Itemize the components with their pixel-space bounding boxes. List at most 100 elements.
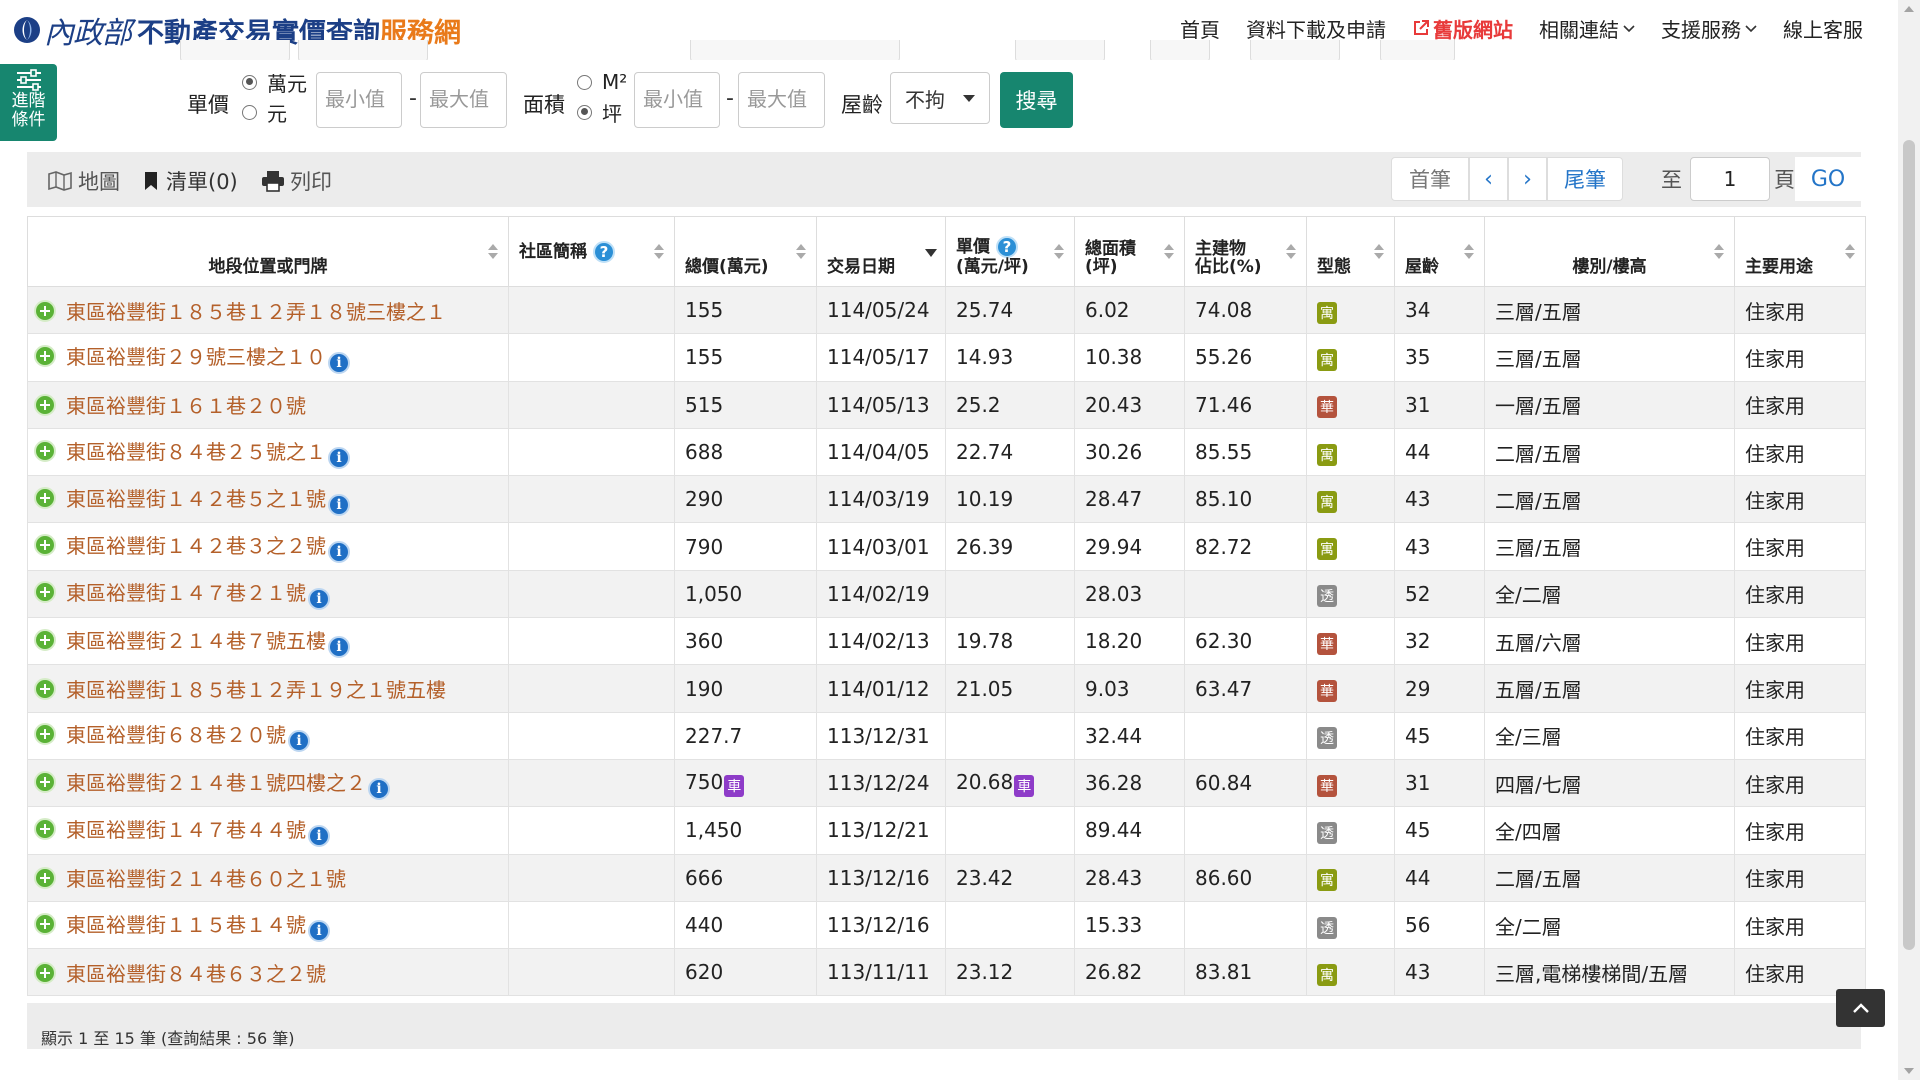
- unit-price-min-input[interactable]: 最小值: [316, 72, 402, 128]
- scroll-up-arrow[interactable]: [1904, 6, 1914, 12]
- address-link[interactable]: 東區裕豐街２１４巷７號五樓: [66, 629, 326, 653]
- table-row[interactable]: 東區裕豐街１１５巷１４號 i 440 113/12/16 15.33 透 56 全/二層 住家用: [27, 900, 1866, 950]
- table-row[interactable]: 東區裕豐街２１４巷１號四樓之２ i 750 車 113/12/24 20.68 車 36.28…: [27, 758, 1866, 808]
- col-date[interactable]: 交易日期: [816, 216, 946, 287]
- table-row[interactable]: 東區裕豐街１４７巷４４號 i 1,450 113/12/21 89.44 透 45 全/四層住…: [27, 806, 1866, 855]
- expand-plus-icon[interactable]: [34, 581, 56, 604]
- radio-unit-wan[interactable]: 萬元: [242, 67, 307, 97]
- address-link[interactable]: 東區裕豐街６８巷２０號: [66, 723, 286, 747]
- cell-address[interactable]: 東區裕豐街８４巷６３之２號: [27, 948, 509, 997]
- first-page-button[interactable]: 首筆: [1391, 157, 1469, 201]
- cell-address[interactable]: 東區裕豐街１６１巷２０號: [27, 380, 509, 429]
- address-link[interactable]: 東區裕豐街８４巷２５號之１: [66, 440, 326, 464]
- radio-area-ping[interactable]: 坪: [577, 97, 627, 127]
- unit-price-max-input[interactable]: 最大值: [420, 72, 507, 128]
- cell-address[interactable]: 東區裕豐街２９號三樓之１０ i: [27, 333, 509, 382]
- advanced-conditions-button[interactable]: 進階條件: [0, 64, 57, 141]
- expand-plus-icon[interactable]: [34, 770, 56, 793]
- expand-plus-icon[interactable]: [34, 628, 56, 651]
- help-icon[interactable]: ?: [996, 236, 1018, 258]
- scroll-down-arrow[interactable]: [1904, 1068, 1914, 1074]
- expand-plus-icon[interactable]: [34, 439, 56, 462]
- address-link[interactable]: 東區裕豐街１４２巷３之２號: [66, 534, 326, 558]
- cell-address[interactable]: 東區裕豐街１８５巷１２弄１８號三樓之１: [27, 285, 509, 335]
- address-link[interactable]: 東區裕豐街２９號三樓之１０: [66, 345, 326, 369]
- col-address[interactable]: 地段位置或門牌: [27, 216, 509, 287]
- table-row[interactable]: 東區裕豐街１４２巷３之２號 i 790 114/03/01 26.39 29.94 82.7…: [27, 522, 1866, 571]
- table-row[interactable]: 東區裕豐街６８巷２０號 i 227.7 113/12/31 32.44 透 45 全/三層 住家…: [27, 711, 1866, 760]
- info-icon[interactable]: i: [328, 446, 350, 469]
- info-icon[interactable]: i: [288, 730, 310, 753]
- col-age[interactable]: 屋齡: [1394, 216, 1485, 287]
- info-icon[interactable]: i: [308, 824, 330, 847]
- col-total-price[interactable]: 總價(萬元): [674, 216, 817, 287]
- expand-plus-icon[interactable]: [34, 867, 56, 890]
- cell-address[interactable]: 東區裕豐街１１５巷１４號 i: [27, 900, 509, 950]
- cell-address[interactable]: 東區裕豐街２１４巷６０之１號: [27, 853, 509, 902]
- house-age-select[interactable]: 不拘: [890, 72, 990, 124]
- address-link[interactable]: 東區裕豐街１４７巷２１號: [66, 581, 306, 605]
- cell-address[interactable]: 東區裕豐街１４２巷３之２號 i: [27, 522, 509, 571]
- table-row[interactable]: 東區裕豐街１４７巷２１號 i 1,050 114/02/19 28.03 透 52 全/二層住…: [27, 569, 1866, 619]
- table-row[interactable]: 東區裕豐街１６１巷２０號 515 114/05/13 25.2 20.43 71.46 華 3…: [27, 380, 1866, 429]
- table-row[interactable]: 東區裕豐街１８５巷１２弄１８號三樓之１ 155 114/05/24 25.74 6.02…: [27, 285, 1866, 335]
- address-link[interactable]: 東區裕豐街１１５巷１４號: [66, 913, 306, 937]
- expand-plus-icon[interactable]: [34, 912, 56, 935]
- map-view-button[interactable]: 地圖: [47, 166, 120, 196]
- expand-plus-icon[interactable]: [34, 817, 56, 840]
- radio-button[interactable]: [242, 104, 257, 120]
- expand-plus-icon[interactable]: [34, 723, 56, 746]
- info-icon[interactable]: i: [368, 777, 390, 800]
- table-row[interactable]: 東區裕豐街８４巷２５號之１ i 688 114/04/05 22.74 30.26 85.5…: [27, 427, 1866, 477]
- expand-plus-icon[interactable]: [34, 534, 56, 557]
- radio-button[interactable]: [577, 74, 592, 90]
- address-link[interactable]: 東區裕豐街８４巷６３之２號: [66, 962, 326, 986]
- radio-button[interactable]: [242, 74, 257, 90]
- prev-page-button[interactable]: ‹: [1469, 157, 1508, 201]
- last-page-button[interactable]: 尾筆: [1547, 157, 1623, 201]
- table-row[interactable]: 東區裕豐街８４巷６３之２號 620 113/11/11 23.12 26.82 83.81…: [27, 948, 1866, 997]
- expand-plus-icon[interactable]: [34, 344, 56, 367]
- search-button[interactable]: 搜尋: [1000, 72, 1073, 128]
- address-link[interactable]: 東區裕豐街１４７巷４４號: [66, 818, 306, 842]
- cell-address[interactable]: 東區裕豐街１４２巷５之１號 i: [27, 475, 509, 524]
- saved-list-button[interactable]: 清單(0): [143, 166, 238, 196]
- info-icon[interactable]: i: [328, 541, 350, 564]
- cell-address[interactable]: 東區裕豐街１４７巷４４號 i: [27, 806, 509, 855]
- info-icon[interactable]: i: [328, 635, 350, 658]
- col-use[interactable]: 主要用途: [1734, 216, 1866, 287]
- back-to-top-button[interactable]: [1836, 989, 1885, 1027]
- page-number-input[interactable]: 1: [1690, 157, 1770, 201]
- cell-address[interactable]: 東區裕豐街８４巷２５號之１ i: [27, 427, 509, 477]
- address-link[interactable]: 東區裕豐街１８５巷１２弄１９之１號五樓: [66, 678, 446, 702]
- expand-plus-icon[interactable]: [34, 678, 56, 701]
- scrollbar-thumb[interactable]: [1903, 140, 1915, 950]
- next-page-button[interactable]: ›: [1508, 157, 1547, 201]
- radio-button[interactable]: [577, 104, 592, 120]
- col-unit-price[interactable]: 單價? (萬元/坪): [945, 216, 1075, 287]
- go-button[interactable]: GO: [1795, 157, 1861, 201]
- area-min-input[interactable]: 最小值: [634, 72, 720, 128]
- radio-area-m2[interactable]: M²: [577, 67, 627, 97]
- address-link[interactable]: 東區裕豐街１６１巷２０號: [66, 394, 306, 418]
- address-link[interactable]: 東區裕豐街１４２巷５之１號: [66, 487, 326, 511]
- info-icon[interactable]: i: [308, 588, 330, 611]
- address-link[interactable]: 東區裕豐街１８５巷１２弄１８號三樓之１: [66, 300, 446, 324]
- col-area[interactable]: 總面積 (坪): [1074, 216, 1185, 287]
- info-icon[interactable]: i: [328, 351, 350, 374]
- table-row[interactable]: 東區裕豐街１４２巷５之１號 i 290 114/03/19 10.19 28.47 85.1…: [27, 475, 1866, 524]
- vertical-scrollbar[interactable]: [1898, 0, 1920, 1080]
- cell-address[interactable]: 東區裕豐街２１４巷１號四樓之２ i: [27, 758, 509, 808]
- col-community[interactable]: 社區簡稱?: [508, 216, 675, 287]
- address-link[interactable]: 東區裕豐街２１４巷１號四樓之２: [66, 771, 366, 795]
- table-row[interactable]: 東區裕豐街１８５巷１２弄１９之１號五樓 190 114/01/12 21.05 9.03…: [27, 664, 1866, 713]
- radio-unit-yuan[interactable]: 元: [242, 97, 307, 127]
- cell-address[interactable]: 東區裕豐街２１４巷７號五樓 i: [27, 617, 509, 666]
- expand-plus-icon[interactable]: [34, 394, 56, 417]
- address-link[interactable]: 東區裕豐街２１４巷６０之１號: [66, 867, 346, 891]
- expand-plus-icon[interactable]: [34, 299, 56, 322]
- cell-address[interactable]: 東區裕豐街１４７巷２１號 i: [27, 569, 509, 619]
- col-main-ratio[interactable]: 主建物 佔比(%): [1184, 216, 1307, 287]
- col-type[interactable]: 型態: [1306, 216, 1395, 287]
- help-icon[interactable]: ?: [593, 240, 615, 263]
